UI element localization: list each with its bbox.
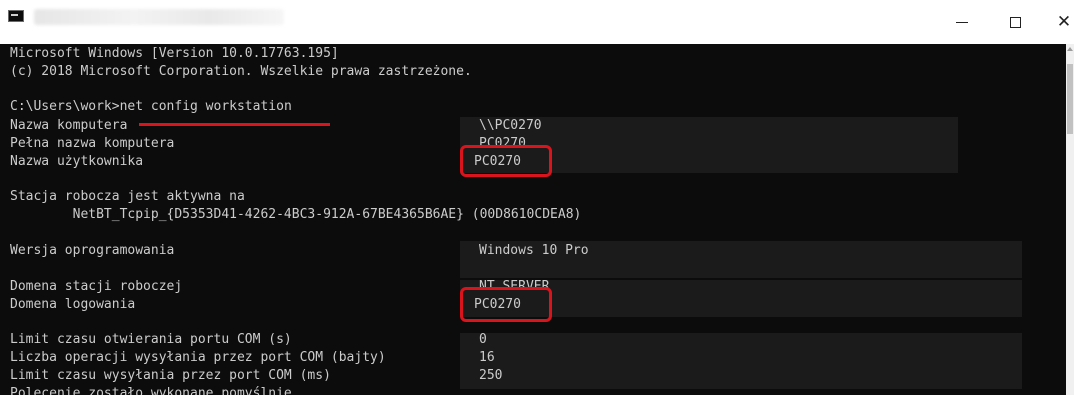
- title-bar[interactable]: ✕: [0, 0, 1074, 44]
- logon-domain-highlight: [460, 287, 552, 322]
- user-name-highlight: [460, 145, 552, 177]
- maximize-button[interactable]: [1001, 12, 1029, 32]
- com-send-count-value: 16: [479, 350, 495, 365]
- scroll-thumb[interactable]: [1067, 64, 1073, 134]
- com-open-timeout-label: Limit czasu otwierania portu COM (s): [10, 332, 292, 347]
- close-button[interactable]: ✕: [1050, 12, 1074, 32]
- logon-domain-label: Domena logowania: [10, 297, 136, 312]
- command-underline: [139, 123, 330, 126]
- computer-name-value: \\PC0270: [479, 118, 542, 133]
- user-name-label: Nazwa użytkownika: [10, 154, 144, 169]
- active-on-label: Stacja robocza jest aktywna na: [10, 189, 245, 204]
- version-line: Microsoft Windows [Version 10.0.17763.19…: [10, 46, 339, 61]
- cmd-icon[interactable]: [8, 10, 24, 22]
- command-prompt-window: ✕ Microsoft Windows [Version 10.0.17763.…: [0, 0, 1074, 395]
- full-computer-name-value: PC0270: [479, 136, 526, 145]
- netbt-line: NetBT_Tcpip_{D5353D41-4262-4BC3-912A-67B…: [10, 207, 582, 222]
- com-send-count-label: Liczba operacji wysyłania przez port COM…: [10, 350, 386, 365]
- scroll-up-icon[interactable]: [1067, 47, 1073, 51]
- com-send-timeout-label: Limit czasu wysyłania przez port COM (ms…: [10, 368, 331, 383]
- command-line: C:\Users\work>net config workstation: [10, 99, 292, 115]
- workstation-domain-label: Domena stacji roboczej: [10, 279, 183, 294]
- com-send-timeout-value: 250: [479, 368, 503, 383]
- maximize-icon: [1009, 16, 1021, 28]
- vertical-scrollbar[interactable]: [1066, 44, 1074, 395]
- computer-name-label: Nazwa komputera: [10, 118, 128, 133]
- completion-line: Polecenie zostało wykonane pomyślnie.: [10, 386, 300, 395]
- minimize-icon: [956, 21, 968, 23]
- window-title-redacted: [34, 9, 284, 25]
- full-computer-name-label: Pełna nazwa komputera: [10, 136, 175, 151]
- software-version-label: Wersja oprogramowania: [10, 243, 175, 258]
- value-block: [460, 333, 1022, 389]
- prompt: C:\Users\work>: [10, 99, 120, 114]
- minimize-button[interactable]: [948, 12, 976, 32]
- com-open-timeout-value: 0: [479, 332, 487, 347]
- command-text: net config workstation: [119, 99, 292, 114]
- console-output[interactable]: Microsoft Windows [Version 10.0.17763.19…: [0, 44, 1066, 395]
- software-version-value: Windows 10 Pro: [479, 243, 589, 258]
- copyright-line: (c) 2018 Microsoft Corporation. Wszelkie…: [10, 64, 472, 79]
